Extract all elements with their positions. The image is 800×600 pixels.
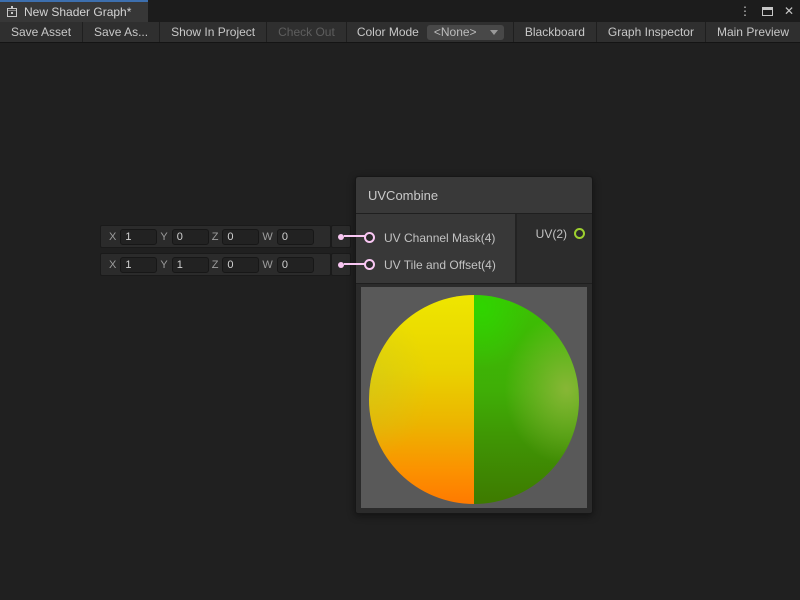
preview-background [361, 287, 587, 508]
vector-x-field[interactable] [120, 229, 157, 245]
field-label-x: X [109, 231, 116, 243]
main-preview-toggle-button[interactable]: Main Preview [705, 22, 800, 42]
save-as-button[interactable]: Save As... [83, 22, 160, 42]
sphere-left-half [369, 295, 474, 504]
maximize-icon[interactable] [762, 7, 773, 16]
check-out-button: Check Out [267, 22, 347, 42]
kebab-menu-icon[interactable]: ⋮ [739, 5, 751, 17]
tab-title: New Shader Graph* [24, 5, 131, 19]
field-label-z: Z [212, 259, 219, 271]
uv-channel-mask-port-icon[interactable] [364, 232, 375, 243]
color-mode-dropdown[interactable]: <None> [427, 25, 504, 40]
graph-canvas[interactable]: X Y Z W X Y Z W UVCombine [0, 44, 800, 600]
edge-tile-offset-connection[interactable] [344, 263, 366, 265]
node-port-area: UV Channel Mask(4) UV Tile and Offset(4)… [356, 214, 592, 284]
save-asset-button[interactable]: Save Asset [0, 22, 83, 42]
vector4-input-row-2: X Y Z W [100, 253, 331, 276]
color-mode-value: <None> [434, 25, 477, 39]
edge-mask-connection[interactable] [344, 235, 366, 237]
input-port-row: UV Channel Mask(4) [356, 224, 515, 251]
window-controls: ⋮ ✕ [739, 0, 794, 22]
input-port-label: UV Channel Mask(4) [384, 231, 495, 245]
vector-w-field[interactable] [277, 229, 314, 245]
vector-x-field[interactable] [120, 257, 157, 273]
blackboard-toggle-button[interactable]: Blackboard [513, 22, 596, 42]
sphere-right-half [474, 295, 579, 504]
field-label-z: Z [212, 231, 219, 243]
vector-z-field[interactable] [222, 257, 259, 273]
shader-graph-toolbar: Save Asset Save As... Show In Project Ch… [0, 22, 800, 43]
vector-w-field[interactable] [277, 257, 314, 273]
color-mode-label: Color Mode [347, 22, 427, 42]
close-icon[interactable]: ✕ [784, 5, 794, 17]
chevron-down-icon [490, 30, 498, 35]
field-label-w: W [262, 259, 272, 271]
input-port-row: UV Tile and Offset(4) [356, 251, 515, 278]
uv-preview-sphere [369, 295, 579, 504]
node-title-label: UVCombine [368, 188, 438, 203]
output-port-label: UV(2) [536, 227, 567, 241]
node-preview-section [356, 284, 592, 513]
vector-y-field[interactable] [172, 229, 209, 245]
node-inputs-column: UV Channel Mask(4) UV Tile and Offset(4) [356, 214, 515, 283]
vector-y-field[interactable] [172, 257, 209, 273]
graph-inspector-toggle-button[interactable]: Graph Inspector [596, 22, 705, 42]
tab-new-shader-graph[interactable]: New Shader Graph* [0, 0, 148, 22]
field-label-y: Y [160, 259, 167, 271]
uv-output-port-icon[interactable] [574, 228, 585, 239]
node-outputs-column: UV(2) [515, 214, 592, 283]
field-label-y: Y [160, 231, 167, 243]
input-port-label: UV Tile and Offset(4) [384, 258, 496, 272]
node-title-bar[interactable]: UVCombine [356, 177, 592, 214]
vector-z-field[interactable] [222, 229, 259, 245]
node-uvcombine[interactable]: UVCombine UV Channel Mask(4) UV Tile and… [355, 176, 593, 514]
vector4-input-row-1: X Y Z W [100, 225, 331, 248]
show-in-project-button[interactable]: Show In Project [160, 22, 267, 42]
field-label-w: W [262, 231, 272, 243]
tab-strip: New Shader Graph* ⋮ ✕ [0, 0, 800, 22]
shader-graph-icon [6, 6, 18, 18]
field-label-x: X [109, 259, 116, 271]
